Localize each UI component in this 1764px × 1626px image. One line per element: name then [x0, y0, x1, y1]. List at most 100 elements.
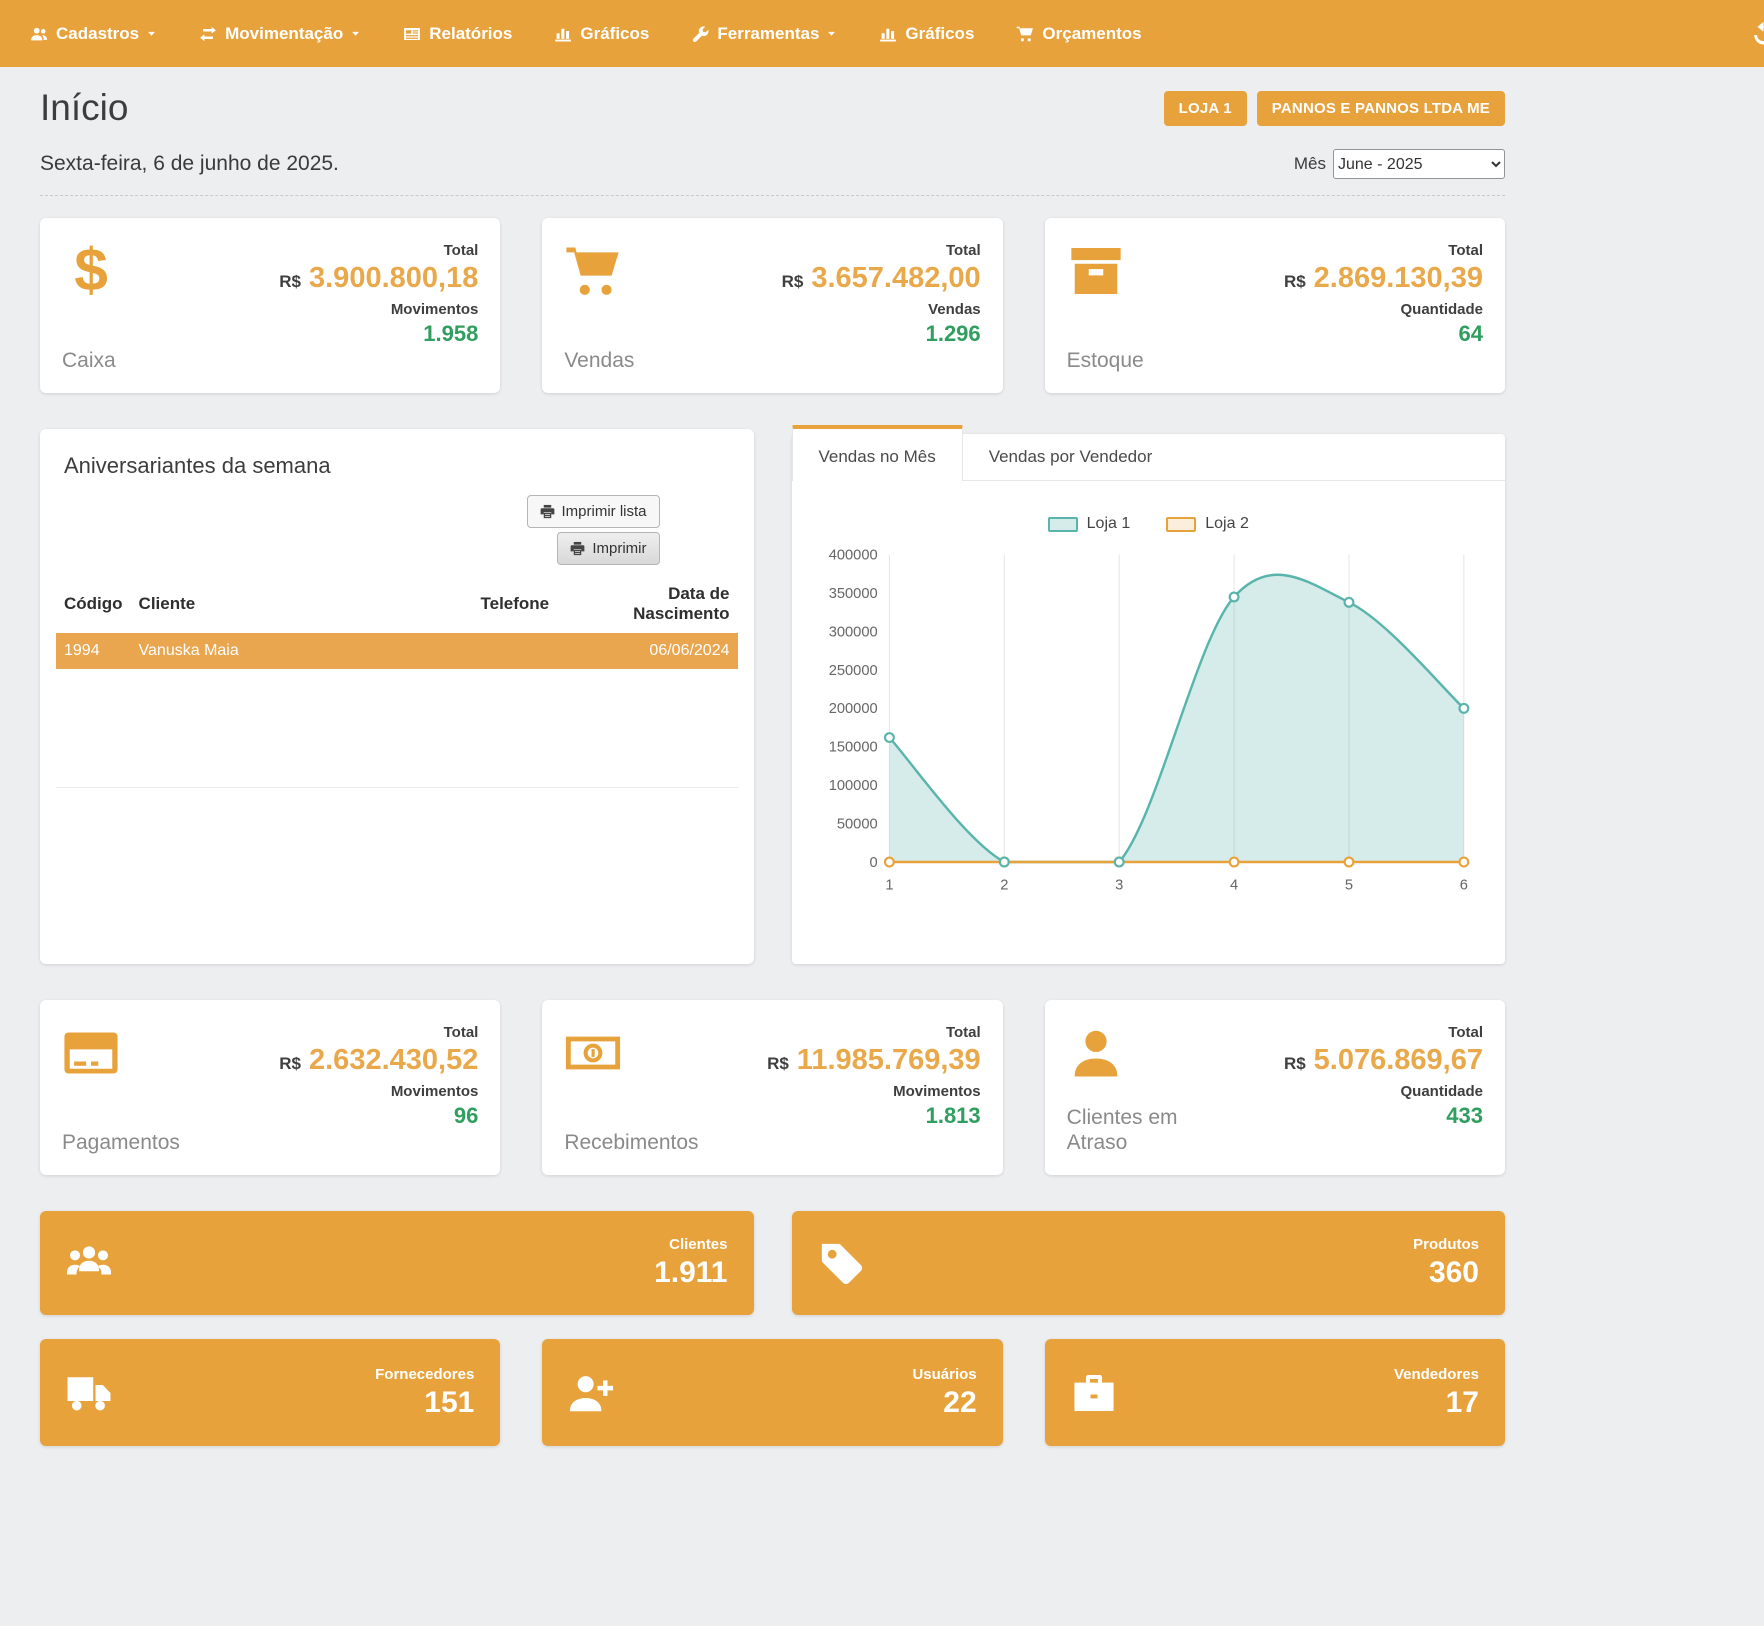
caret-down-icon — [350, 28, 361, 39]
nav-label: Movimentação — [225, 24, 343, 44]
nav-item-movimentacao[interactable]: Movimentação — [199, 24, 361, 44]
count-label: Quantidade — [1217, 301, 1483, 318]
stat-name: Recebimentos — [564, 1130, 684, 1155]
company-button[interactable]: PANNOS E PANNOS LTDA ME — [1257, 91, 1505, 126]
tile-vendedores[interactable]: Vendedores 17 — [1045, 1339, 1505, 1446]
stat-name: Caixa — [62, 348, 182, 373]
svg-text:1: 1 — [885, 877, 893, 893]
count-value: 1.813 — [714, 1103, 980, 1129]
svg-text:5: 5 — [1344, 877, 1352, 893]
nav-item-graficos-1[interactable]: Gráficos — [554, 24, 649, 44]
stat-name: Vendas — [564, 348, 684, 373]
caret-down-icon — [146, 28, 157, 39]
user-icon — [1067, 1024, 1125, 1082]
sales-tabs: Vendas no Mês Vendas por Vendedor — [792, 434, 1506, 481]
users-icon — [30, 25, 48, 43]
nav-label: Cadastros — [56, 24, 139, 44]
tile-value: 1.911 — [112, 1256, 728, 1290]
count-value: 1.958 — [212, 321, 478, 347]
svg-text:100000: 100000 — [828, 778, 877, 794]
money-icon — [564, 1024, 622, 1082]
svg-text:50000: 50000 — [836, 817, 877, 833]
nav-label: Ferramentas — [717, 24, 819, 44]
store-button[interactable]: LOJA 1 — [1164, 91, 1247, 126]
count-label: Movimentos — [714, 1083, 980, 1100]
cell-cliente: Vanuska Maia — [131, 633, 473, 669]
total-value: 3.900.800,18 — [309, 262, 478, 294]
legend-swatch-loja1 — [1048, 517, 1078, 532]
total-label: Total — [212, 1024, 478, 1041]
currency-prefix: R$ — [1284, 272, 1306, 291]
currency-prefix: R$ — [279, 1054, 301, 1073]
nav-item-relatorios[interactable]: Relatórios — [403, 24, 512, 44]
briefcase-icon — [1071, 1370, 1117, 1416]
legend-label: Loja 1 — [1087, 515, 1131, 533]
print-list-button[interactable]: Imprimir lista — [527, 495, 660, 528]
tile-label: Fornecedores — [112, 1366, 474, 1383]
svg-text:350000: 350000 — [828, 586, 877, 602]
tile-value: 360 — [864, 1256, 1480, 1290]
refresh-icon[interactable] — [1750, 21, 1764, 48]
chart-legend: Loja 1 Loja 2 — [816, 515, 1482, 533]
total-label: Total — [212, 242, 478, 259]
tile-label: Usuários — [614, 1366, 976, 1383]
nav-label: Orçamentos — [1042, 24, 1141, 44]
caret-down-icon — [826, 28, 837, 39]
count-value: 64 — [1217, 321, 1483, 347]
printer-icon — [540, 504, 555, 519]
stat-card-estoque: Estoque Total R$2.869.130,39 Quantidade … — [1045, 218, 1505, 393]
month-select[interactable]: June - 2025 — [1333, 149, 1505, 179]
tile-usuarios[interactable]: Usuários 22 — [542, 1339, 1002, 1446]
nav-label: Relatórios — [429, 24, 512, 44]
wrench-icon — [691, 25, 709, 43]
tile-clientes[interactable]: Clientes 1.911 — [40, 1211, 754, 1315]
birthdays-title: Aniversariantes da semana — [56, 453, 738, 479]
cell-telefone — [473, 633, 563, 669]
count-label: Movimentos — [212, 301, 478, 318]
nav-item-ferramentas[interactable]: Ferramentas — [691, 24, 837, 44]
tile-value: 151 — [112, 1386, 474, 1420]
tab-vendas-por-vendedor[interactable]: Vendas por Vendedor — [963, 434, 1179, 480]
divider — [56, 787, 738, 788]
legend-item-loja2[interactable]: Loja 2 — [1166, 515, 1249, 533]
col-header-telefone: Telefone — [473, 575, 563, 633]
svg-text:400000: 400000 — [828, 548, 877, 564]
newspaper-icon — [403, 25, 421, 43]
exchange-icon — [199, 25, 217, 43]
tile-value: 17 — [1117, 1386, 1479, 1420]
month-label: Mês — [1294, 154, 1326, 174]
count-label: Vendas — [714, 301, 980, 318]
total-value: 5.076.869,67 — [1314, 1044, 1483, 1076]
stat-name: Pagamentos — [62, 1130, 182, 1155]
sales-panel: Vendas no Mês Vendas por Vendedor Loja 1… — [792, 434, 1506, 964]
col-header-nascimento: Data de Nascimento — [563, 575, 738, 633]
tile-fornecedores[interactable]: Fornecedores 151 — [40, 1339, 500, 1446]
legend-item-loja1[interactable]: Loja 1 — [1048, 515, 1131, 533]
table-row[interactable]: 1994 Vanuska Maia 06/06/2024 — [56, 633, 738, 669]
stat-name: Estoque — [1067, 348, 1187, 373]
stat-name: Clientes em Atraso — [1067, 1105, 1187, 1155]
bar-chart-icon — [879, 25, 897, 43]
nav-item-graficos-2[interactable]: Gráficos — [879, 24, 974, 44]
user-plus-icon — [568, 1370, 614, 1416]
cart-icon — [564, 242, 622, 300]
nav-label: Gráficos — [580, 24, 649, 44]
nav-item-orcamentos[interactable]: Orçamentos — [1016, 24, 1141, 44]
svg-text:6: 6 — [1459, 877, 1467, 893]
total-value: 2.869.130,39 — [1314, 262, 1483, 294]
total-label: Total — [714, 1024, 980, 1041]
svg-text:200000: 200000 — [828, 701, 877, 717]
sales-chart: 0500001000001500002000002500003000003500… — [816, 541, 1482, 903]
cell-nascimento: 06/06/2024 — [563, 633, 738, 669]
stat-card-caixa: Caixa Total R$3.900.800,18 Movimentos 1.… — [40, 218, 500, 393]
page-title: Início — [40, 87, 128, 129]
tab-vendas-no-mes[interactable]: Vendas no Mês — [792, 425, 963, 481]
print-button[interactable]: Imprimir — [557, 532, 659, 565]
credit-card-icon — [62, 1024, 120, 1082]
stat-card-pagamentos: Pagamentos Total R$2.632.430,52 Moviment… — [40, 1000, 500, 1175]
svg-text:150000: 150000 — [828, 740, 877, 756]
truck-icon — [66, 1370, 112, 1416]
tile-produtos[interactable]: Produtos 360 — [792, 1211, 1506, 1315]
svg-text:300000: 300000 — [828, 624, 877, 640]
nav-item-cadastros[interactable]: Cadastros — [30, 24, 157, 44]
